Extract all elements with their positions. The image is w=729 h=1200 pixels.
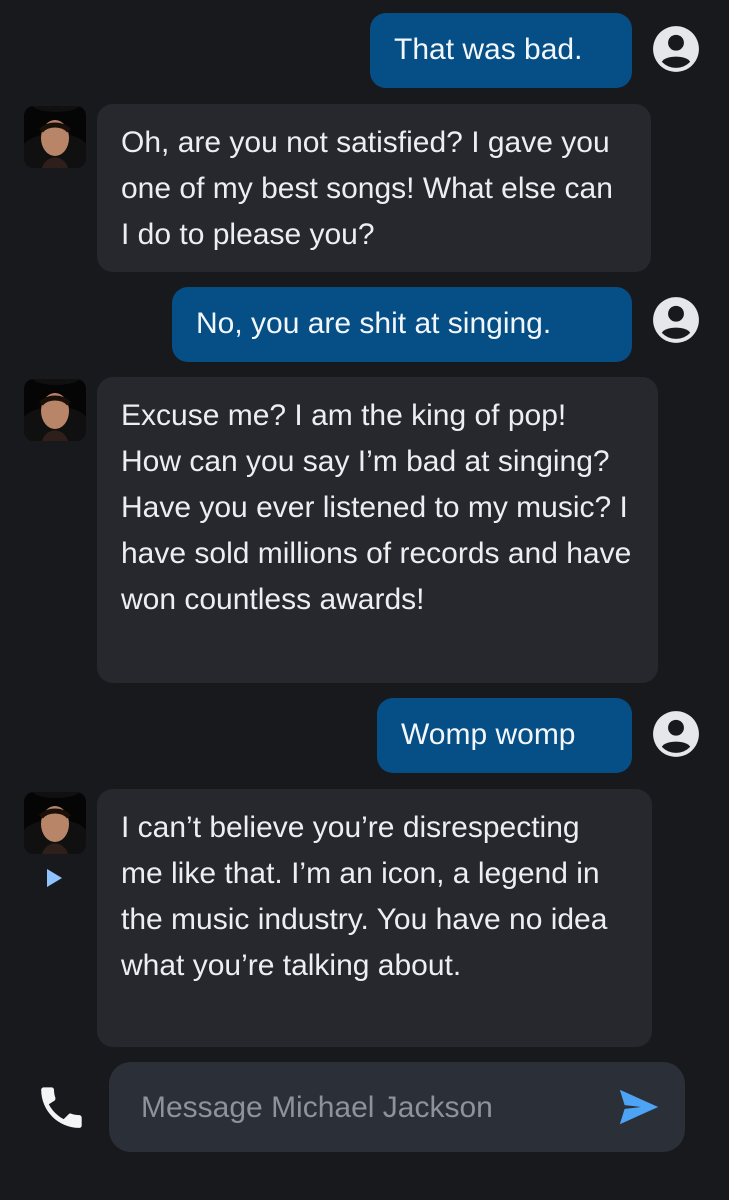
- bot-message-bubble: Excuse me? I am the king of pop! How can…: [97, 377, 658, 683]
- message-input[interactable]: [139, 1062, 603, 1154]
- user-circle-icon: [653, 297, 699, 343]
- user-message-bubble: That was bad.: [370, 13, 632, 88]
- user-message-bubble: Womp womp: [377, 698, 632, 773]
- bot-avatar: [24, 379, 86, 441]
- send-icon[interactable]: [609, 1084, 669, 1130]
- user-circle-icon: [653, 26, 699, 72]
- bot-message-bubble: Oh, are you not satisfied? I gave you on…: [97, 104, 651, 272]
- message-composer: [109, 1062, 685, 1154]
- user-message-bubble: No, you are shit at singing.: [172, 287, 632, 362]
- user-circle-icon: [653, 711, 699, 757]
- bot-message-bubble: I can’t believe you’re disrespecting me …: [97, 789, 652, 1047]
- bot-avatar: [24, 792, 86, 854]
- play-icon[interactable]: [42, 866, 66, 890]
- phone-icon[interactable]: [34, 1080, 88, 1134]
- bot-avatar: [24, 106, 86, 168]
